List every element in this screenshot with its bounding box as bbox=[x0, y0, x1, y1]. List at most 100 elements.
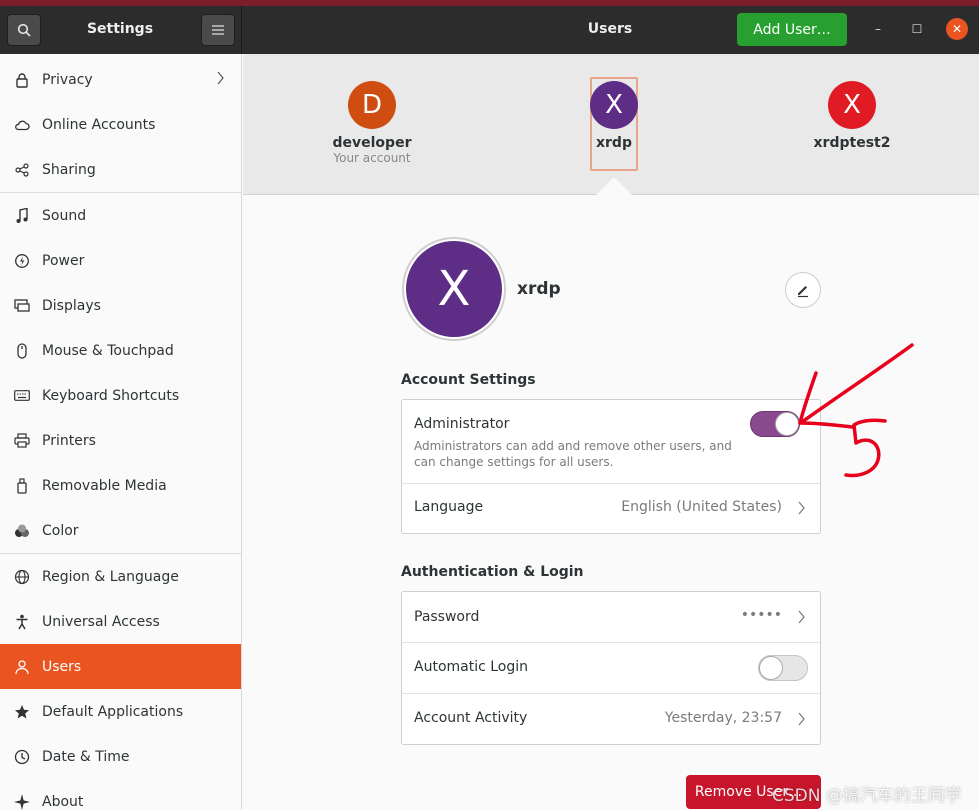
menu-button[interactable] bbox=[201, 14, 235, 46]
sidebar-item-label: Mouse & Touchpad bbox=[42, 342, 174, 359]
authentication-panel: Password ••••• Automatic Login Account A… bbox=[401, 591, 821, 745]
pencil-icon bbox=[798, 286, 808, 298]
cloud-icon bbox=[0, 119, 42, 131]
music-note-icon bbox=[0, 207, 42, 224]
sidebar-item-label: Default Applications bbox=[42, 703, 184, 720]
sidebar-item-displays[interactable]: Displays bbox=[0, 283, 241, 328]
accessibility-icon bbox=[0, 614, 42, 630]
sidebar-item-date-time[interactable]: Date & Time bbox=[0, 734, 241, 779]
password-value: ••••• bbox=[740, 607, 782, 623]
selection-pointer bbox=[596, 177, 632, 195]
clock-icon bbox=[0, 749, 42, 765]
globe-icon bbox=[0, 569, 42, 585]
sidebar-item-label: Printers bbox=[42, 432, 96, 449]
section-title-account-settings: Account Settings bbox=[401, 372, 536, 388]
password-label: Password bbox=[414, 609, 480, 625]
user-name: developer bbox=[332, 135, 412, 151]
user-full-name: xrdp bbox=[517, 279, 561, 299]
usb-drive-icon bbox=[0, 477, 42, 494]
user-card-xrdptest2[interactable]: X xrdptest2 bbox=[797, 81, 907, 151]
watermark: CSDN @搞汽车的王同学 bbox=[772, 786, 962, 806]
sidebar-item-label: Region & Language bbox=[42, 568, 179, 585]
sidebar-item-mouse-touchpad[interactable]: Mouse & Touchpad bbox=[0, 328, 241, 373]
sidebar-item-online-accounts[interactable]: Online Accounts bbox=[0, 102, 241, 147]
add-user-button[interactable]: Add User… bbox=[737, 13, 847, 46]
hamburger-icon bbox=[212, 25, 224, 35]
automatic-login-toggle[interactable] bbox=[758, 655, 808, 681]
account-activity-row[interactable]: Account Activity Yesterday, 23:57 bbox=[402, 694, 820, 745]
sidebar-item-region-language[interactable]: Region & Language bbox=[0, 554, 241, 599]
language-value: English (United States) bbox=[621, 499, 782, 515]
automatic-login-row: Automatic Login bbox=[402, 643, 820, 693]
chevron-right-icon bbox=[798, 712, 805, 726]
lock-icon bbox=[0, 72, 42, 88]
administrator-row: Administrator Administrators can add and… bbox=[402, 400, 820, 483]
sidebar-item-label: Date & Time bbox=[42, 748, 130, 765]
sidebar-item-about[interactable]: About bbox=[0, 779, 241, 810]
sidebar-item-privacy[interactable]: Privacy bbox=[0, 57, 241, 102]
sidebar-item-label: Universal Access bbox=[42, 613, 160, 630]
avatar: X bbox=[828, 81, 876, 129]
sidebar-item-label: Users bbox=[42, 658, 82, 675]
sidebar-item-universal-access[interactable]: Universal Access bbox=[0, 599, 241, 644]
sidebar-item-label: Removable Media bbox=[42, 477, 167, 494]
sidebar-item-default-applications[interactable]: Default Applications bbox=[0, 689, 241, 734]
sidebar: Privacy Online Accounts Sharing Sound Po… bbox=[0, 54, 242, 810]
language-row[interactable]: Language English (United States) bbox=[402, 484, 820, 534]
sidebar-item-label: About bbox=[42, 793, 84, 810]
avatar: X bbox=[406, 241, 502, 337]
minimize-button[interactable]: – bbox=[867, 18, 889, 40]
sidebar-item-sound[interactable]: Sound bbox=[0, 193, 241, 238]
automatic-login-label: Automatic Login bbox=[414, 659, 529, 675]
user-card-xrdp[interactable]: X xrdp bbox=[574, 81, 654, 151]
sidebar-item-label: Power bbox=[42, 252, 85, 269]
account-settings-panel: Administrator Administrators can add and… bbox=[401, 399, 821, 534]
sidebar-item-label: Color bbox=[42, 522, 79, 539]
user-avatar-button[interactable]: X bbox=[402, 237, 506, 341]
search-button[interactable] bbox=[7, 14, 41, 46]
sidebar-item-label: Displays bbox=[42, 297, 101, 314]
keyboard-icon bbox=[0, 390, 42, 401]
sidebar-item-color[interactable]: Color bbox=[0, 508, 241, 553]
star-icon bbox=[0, 704, 42, 720]
search-icon bbox=[17, 23, 31, 37]
sidebar-item-label: Online Accounts bbox=[42, 116, 156, 133]
close-button[interactable]: ✕ bbox=[946, 18, 968, 40]
user-subtitle: Your account bbox=[333, 151, 411, 165]
password-row[interactable]: Password ••••• bbox=[402, 592, 820, 642]
avatar: X bbox=[590, 81, 638, 129]
sidebar-item-users[interactable]: Users bbox=[0, 644, 241, 689]
sidebar-item-label: Privacy bbox=[42, 71, 93, 88]
users-icon bbox=[0, 659, 42, 675]
sidebar-item-label: Keyboard Shortcuts bbox=[42, 387, 180, 404]
share-icon bbox=[0, 162, 42, 177]
sidebar-item-keyboard-shortcuts[interactable]: Keyboard Shortcuts bbox=[0, 373, 241, 418]
user-name: xrdp bbox=[596, 135, 632, 151]
sparkle-icon bbox=[0, 793, 42, 810]
edit-name-button[interactable] bbox=[785, 272, 821, 308]
user-name: xrdptest2 bbox=[813, 135, 891, 151]
printer-icon bbox=[0, 433, 42, 448]
color-icon bbox=[0, 524, 42, 538]
maximize-button[interactable]: ☐ bbox=[906, 18, 928, 40]
section-title-authentication: Authentication & Login bbox=[401, 564, 584, 580]
sidebar-item-sharing[interactable]: Sharing bbox=[0, 147, 241, 192]
language-label: Language bbox=[414, 499, 484, 515]
sidebar-item-label: Sound bbox=[42, 207, 87, 224]
administrator-label: Administrator bbox=[414, 416, 510, 432]
administrator-description: Administrators can add and remove other … bbox=[414, 439, 732, 469]
user-card-developer[interactable]: D developer Your account bbox=[312, 81, 432, 165]
display-icon bbox=[0, 298, 42, 313]
sidebar-item-power[interactable]: Power bbox=[0, 238, 241, 283]
account-activity-label: Account Activity bbox=[414, 710, 528, 726]
toggle-knob bbox=[759, 656, 783, 680]
sidebar-item-printers[interactable]: Printers bbox=[0, 418, 241, 463]
sidebar-item-removable-media[interactable]: Removable Media bbox=[0, 463, 241, 508]
mouse-icon bbox=[0, 342, 42, 359]
sidebar-title: Settings bbox=[86, 21, 154, 37]
chevron-right-icon bbox=[798, 610, 805, 624]
chevron-right-icon bbox=[798, 501, 805, 515]
sidebar-header: Settings bbox=[0, 6, 242, 54]
power-icon bbox=[0, 253, 42, 269]
annotation-arrow-icon bbox=[798, 343, 914, 478]
